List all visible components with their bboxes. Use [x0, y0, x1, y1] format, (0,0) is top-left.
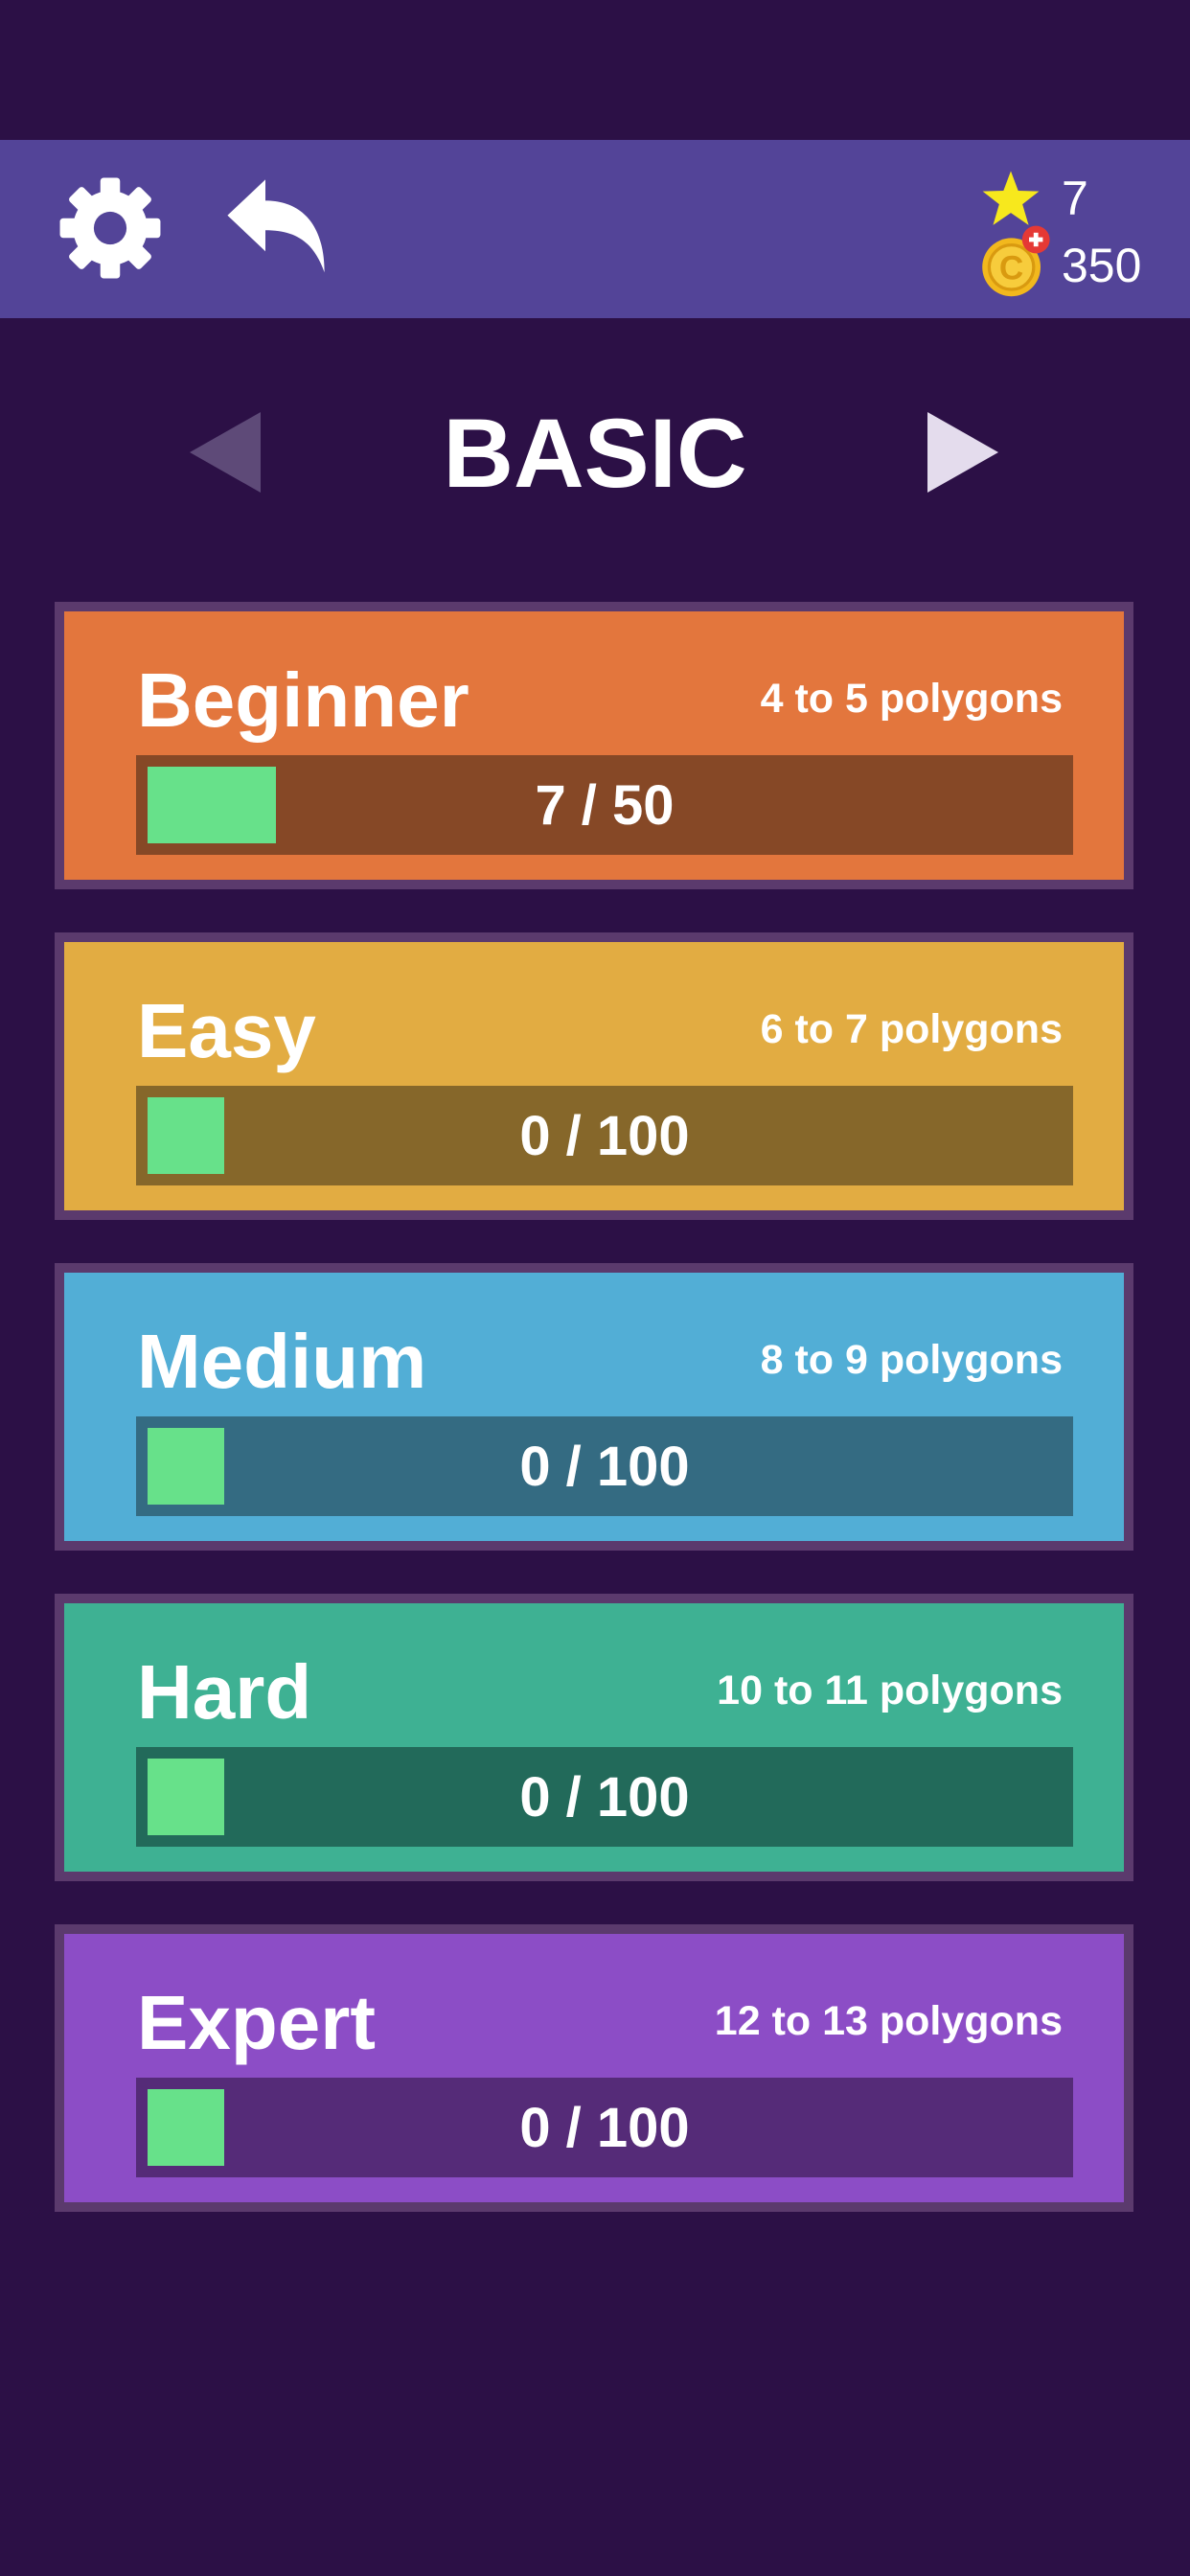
level-name: Hard — [137, 1649, 312, 1735]
back-arrow-icon[interactable] — [220, 175, 332, 281]
progress-bar: 0 / 100 — [136, 2078, 1073, 2177]
level-range: 6 to 7 polygons — [760, 1006, 1063, 1052]
progress-bar: 0 / 100 — [136, 1416, 1073, 1516]
progress-text: 0 / 100 — [519, 1104, 690, 1167]
progress-bar: 0 / 100 — [136, 1747, 1073, 1847]
level-name: Beginner — [137, 657, 469, 743]
svg-text:C: C — [999, 250, 1023, 288]
stars-count: 7 — [1062, 172, 1088, 225]
level-card-beginner[interactable]: Beginner 4 to 5 polygons 7 / 50 — [55, 602, 1133, 889]
triangle-right-icon[interactable] — [927, 412, 998, 493]
level-card-expert[interactable]: Expert 12 to 13 polygons 0 / 100 — [55, 1924, 1133, 2212]
coin-add-icon[interactable]: C — [979, 224, 1056, 301]
gear-icon[interactable] — [56, 173, 165, 283]
level-range: 12 to 13 polygons — [714, 1998, 1063, 2044]
level-name: Easy — [137, 988, 316, 1073]
level-range: 8 to 9 polygons — [760, 1337, 1063, 1383]
progress-bar: 0 / 100 — [136, 1086, 1073, 1185]
progress-text: 7 / 50 — [535, 773, 675, 837]
coins-count: 350 — [1062, 239, 1142, 292]
star-icon — [982, 171, 1040, 225]
level-range: 10 to 11 polygons — [717, 1668, 1063, 1714]
level-name: Expert — [137, 1980, 376, 2065]
world-title: BASIC — [443, 399, 747, 508]
progress-text: 0 / 100 — [519, 1435, 690, 1498]
level-range: 4 to 5 polygons — [760, 676, 1063, 722]
level-card-hard[interactable]: Hard 10 to 11 polygons 0 / 100 — [55, 1594, 1133, 1881]
level-name: Medium — [137, 1319, 427, 1404]
level-card-easy[interactable]: Easy 6 to 7 polygons 0 / 100 — [55, 932, 1133, 1220]
level-card-medium[interactable]: Medium 8 to 9 polygons 0 / 100 — [55, 1263, 1133, 1551]
progress-text: 0 / 100 — [519, 1765, 690, 1828]
progress-bar: 7 / 50 — [136, 755, 1073, 855]
progress-text: 0 / 100 — [519, 2096, 690, 2159]
